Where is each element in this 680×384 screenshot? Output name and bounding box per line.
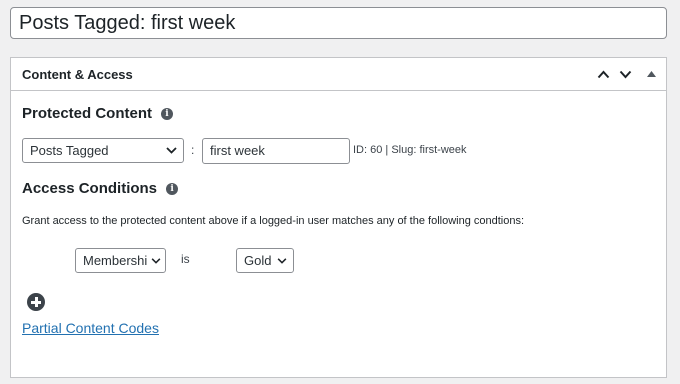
content-access-metabox: Content & Access Protected Content i Pos… xyxy=(10,57,667,378)
protected-content-title: Protected Content xyxy=(22,105,153,122)
chevron-down-icon xyxy=(151,257,161,264)
info-icon[interactable]: i xyxy=(161,107,174,120)
access-conditions-title: Access Conditions xyxy=(22,180,158,197)
metabox-handle-actions xyxy=(592,58,666,90)
move-up-button[interactable] xyxy=(592,58,614,91)
chevron-down-icon xyxy=(166,147,177,154)
condition-operator: is xyxy=(181,252,190,266)
tag-input[interactable]: first week xyxy=(202,138,350,164)
metabox-title: Content & Access xyxy=(22,66,133,82)
partial-content-codes-link[interactable]: Partial Content Codes xyxy=(22,320,159,336)
condition-field-select[interactable]: Membershi xyxy=(75,248,166,273)
condition-field-select-value: Membershi xyxy=(83,253,148,268)
condition-value-select-value: Gold xyxy=(244,253,272,268)
tag-meta-info: ID: 60 | Slug: first-week xyxy=(353,144,467,156)
chevron-up-icon xyxy=(597,70,609,78)
condition-value-select[interactable]: Gold xyxy=(236,248,294,273)
metabox-body: Protected Content i Posts Tagged : first… xyxy=(11,91,666,378)
toggle-panel-button[interactable] xyxy=(636,58,666,91)
content-type-select-value: Posts Tagged xyxy=(30,143,109,158)
info-icon[interactable]: i xyxy=(166,182,179,195)
select-separator: : xyxy=(191,143,195,157)
content-type-select[interactable]: Posts Tagged xyxy=(22,138,184,163)
access-conditions-heading: Access Conditions i xyxy=(22,180,179,197)
triangle-up-icon xyxy=(646,71,656,77)
add-condition-button[interactable] xyxy=(27,293,45,311)
post-title-input[interactable]: Posts Tagged: first week xyxy=(10,7,667,39)
access-conditions-description: Grant access to the protected content ab… xyxy=(22,215,525,227)
chevron-down-icon xyxy=(277,257,287,264)
move-down-button[interactable] xyxy=(614,58,636,91)
chevron-down-icon xyxy=(619,70,631,78)
protected-content-heading: Protected Content i xyxy=(22,105,174,122)
metabox-header: Content & Access xyxy=(11,58,666,91)
